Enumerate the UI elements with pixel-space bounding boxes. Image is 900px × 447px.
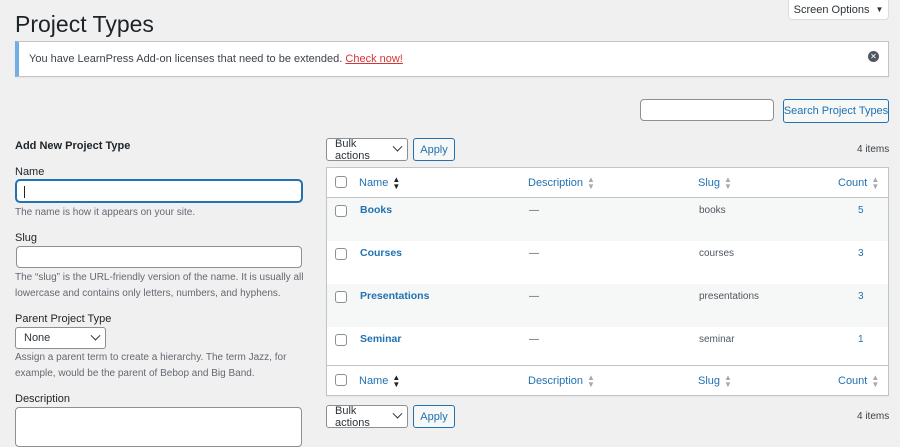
row-name-link[interactable]: Courses (360, 247, 402, 259)
name-input[interactable] (16, 180, 302, 202)
search-button[interactable]: Search Project Types (783, 99, 889, 123)
row-name-link[interactable]: Seminar (360, 333, 401, 345)
select-all-checkbox-bottom[interactable] (335, 374, 347, 386)
page-title: Project Types (15, 11, 154, 37)
parent-help-line-2: example, would be the parent of Bebop an… (15, 368, 255, 379)
table-footer: Name ▲ ▼ Description ▲ ▼ Slug ▲ ▼ Count ▲ ▼ (327, 365, 888, 395)
apply-button-top[interactable]: Apply (413, 138, 455, 161)
row-description: — (529, 334, 539, 345)
check-now-link[interactable]: Check now! (345, 53, 402, 65)
column-slug[interactable]: Slug ▲ ▼ (698, 175, 732, 191)
project-types-table: Name ▲ ▼ Description ▲ ▼ Slug ▲ ▼ Count ▲ ▼ … (326, 167, 889, 396)
row-description: — (529, 291, 539, 302)
text-cursor (24, 186, 25, 198)
parent-help-line-1: Assign a parent term to create a hierarc… (15, 352, 287, 363)
row-count-link[interactable]: 3 (858, 248, 864, 259)
row-name-link[interactable]: Books (360, 204, 392, 216)
sort-icon: ▲ ▼ (392, 175, 401, 191)
sort-icon: ▲ ▼ (724, 373, 732, 389)
row-description: — (529, 205, 539, 216)
sort-icon: ▲ ▼ (587, 175, 595, 191)
row-count-link[interactable]: 3 (858, 291, 864, 302)
caret-down-icon: ▼ (875, 5, 884, 14)
sort-icon: ▲ ▼ (871, 373, 880, 389)
name-help: The name is how it appears on your site. (15, 207, 196, 218)
bulk-actions-select-top[interactable]: Bulk actions (326, 137, 408, 162)
notice-message: You have LearnPress Add-on licenses that… (29, 53, 343, 65)
screen-options-button[interactable]: Screen Options ▼ (788, 0, 889, 20)
parent-select[interactable]: None (15, 327, 106, 349)
column-slug-footer[interactable]: Slug ▲ ▼ (698, 373, 732, 389)
bulk-actions-label: Bulk actions (335, 137, 370, 162)
screen-options-label: Screen Options (793, 3, 870, 16)
table-row: Seminar — seminar 1 (327, 327, 888, 370)
dismiss-icon[interactable]: ✕ (868, 51, 879, 62)
table-header: Name ▲ ▼ Description ▲ ▼ Slug ▲ ▼ Count ▲ ▼ (327, 168, 888, 198)
row-checkbox[interactable] (335, 334, 347, 346)
slug-input[interactable] (16, 246, 302, 268)
sort-icon: ▲ ▼ (587, 373, 595, 389)
notice-text-wrap: You have LearnPress Add-on licenses that… (29, 53, 403, 65)
row-checkbox[interactable] (335, 248, 347, 260)
table-row: Books — books 5 (327, 198, 888, 241)
form-title: Add New Project Type (15, 140, 131, 152)
bulk-actions-select-bottom[interactable]: Bulk actions (326, 404, 408, 429)
row-count-link[interactable]: 5 (858, 205, 864, 216)
column-description-label: Description (528, 177, 584, 189)
sort-icon: ▲ ▼ (724, 175, 732, 191)
sort-icon: ▲ ▼ (392, 373, 401, 389)
row-slug: books (699, 205, 726, 216)
license-notice: You have LearnPress Add-on licenses that… (15, 41, 889, 77)
row-name-link[interactable]: Presentations (360, 290, 429, 302)
table-row: Presentations — presentations 3 (327, 284, 888, 327)
items-count-bottom: 4 items (857, 411, 890, 422)
search-input[interactable] (640, 99, 774, 121)
row-slug: courses (699, 248, 735, 259)
column-name-footer[interactable]: Name ▲ ▼ (359, 373, 401, 389)
column-count[interactable]: Count ▲ ▼ (838, 175, 880, 191)
chevron-down-icon (90, 330, 101, 341)
column-slug-label: Slug (698, 177, 721, 189)
items-count-top: 4 items (857, 144, 890, 155)
column-count-label: Count (838, 177, 868, 189)
column-name-label: Name (359, 177, 389, 189)
table-row: Courses — courses 3 (327, 241, 888, 284)
column-description-label: Description (528, 375, 584, 387)
description-label: Description (15, 393, 71, 405)
column-name-label: Name (359, 375, 389, 387)
row-checkbox[interactable] (335, 291, 347, 303)
description-textarea[interactable] (15, 407, 302, 447)
chevron-down-icon (392, 408, 403, 419)
row-slug: seminar (699, 334, 735, 345)
apply-button-bottom[interactable]: Apply (413, 405, 455, 428)
column-description-footer[interactable]: Description ▲ ▼ (528, 373, 595, 389)
row-slug: presentations (699, 291, 760, 302)
parent-label: Parent Project Type (15, 313, 112, 325)
slug-help-line-1: The “slug” is the URL-friendly version o… (15, 272, 304, 283)
slug-help-line-2: lowercase and contains only letters, num… (15, 288, 281, 299)
row-checkbox[interactable] (335, 205, 347, 217)
chevron-down-icon (392, 141, 403, 152)
column-description[interactable]: Description ▲ ▼ (528, 175, 595, 191)
column-slug-label: Slug (698, 375, 721, 387)
name-label: Name (15, 166, 45, 178)
select-all-checkbox[interactable] (335, 176, 347, 188)
row-count-link[interactable]: 1 (858, 334, 864, 345)
slug-label: Slug (15, 232, 38, 244)
column-count-footer[interactable]: Count ▲ ▼ (838, 373, 880, 389)
sort-icon: ▲ ▼ (871, 175, 880, 191)
column-name[interactable]: Name ▲ ▼ (359, 175, 401, 191)
parent-select-value: None (24, 332, 51, 344)
row-description: — (529, 248, 539, 259)
bulk-actions-label: Bulk actions (335, 404, 370, 429)
column-count-label: Count (838, 375, 868, 387)
